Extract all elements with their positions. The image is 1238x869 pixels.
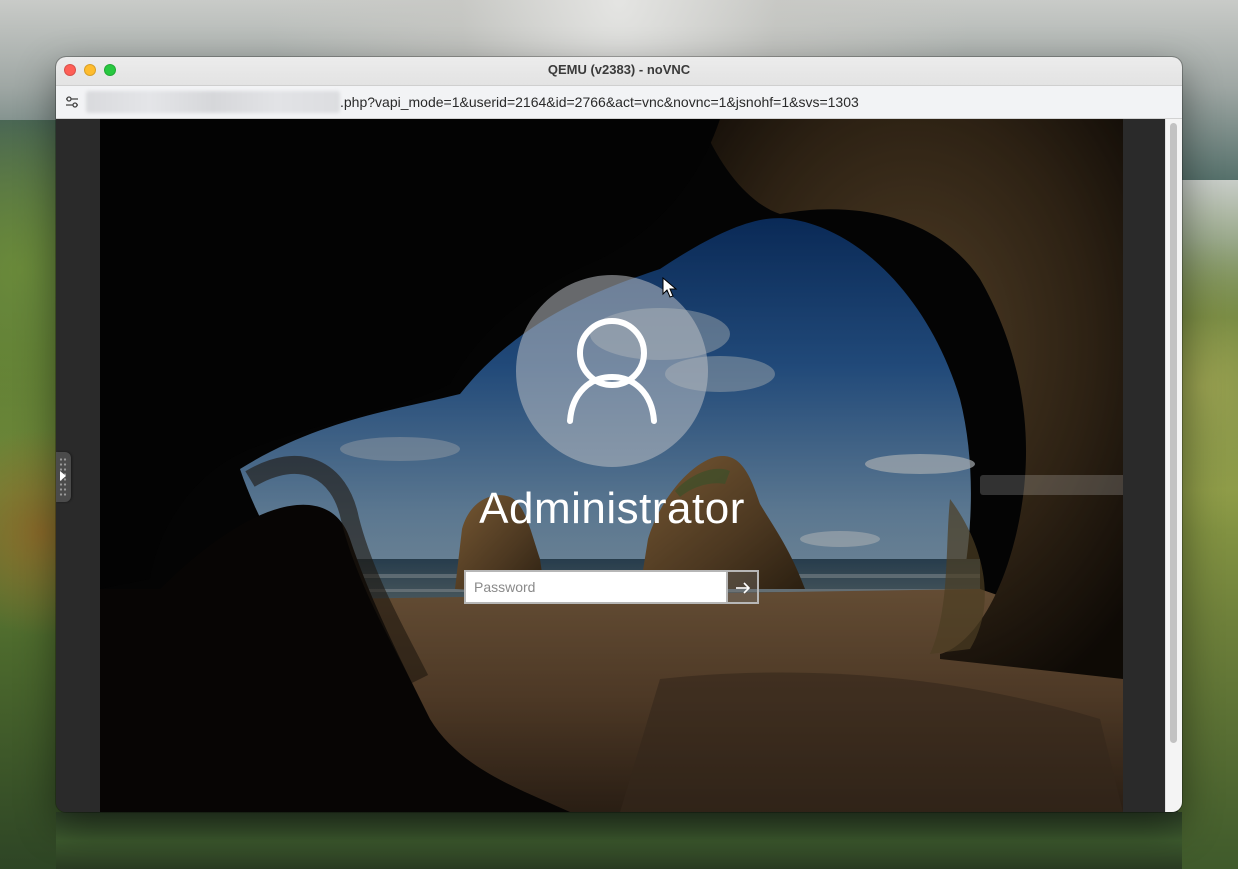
vnc-viewport: Administrator [56, 119, 1166, 812]
vertical-scrollbar[interactable] [1165, 119, 1182, 812]
submit-password-button[interactable] [726, 570, 759, 604]
desktop-wallpaper-bottom [56, 812, 1182, 869]
arrow-right-icon [736, 582, 751, 594]
login-username: Administrator [479, 484, 745, 533]
browser-window: QEMU (v2383) - noVNC .php?vapi_mode=1&us… [56, 57, 1182, 812]
scrollbar-thumb[interactable] [1170, 123, 1177, 743]
window-title: QEMU (v2383) - noVNC [547, 62, 691, 77]
url-text[interactable]: .php?vapi_mode=1&userid=2164&id=2766&act… [340, 86, 859, 118]
url-redacted-segment [86, 91, 340, 113]
play-arrow-icon [60, 471, 66, 481]
user-avatar-icon [516, 275, 708, 467]
sliders-icon[interactable] [64, 94, 80, 110]
password-form [464, 570, 759, 604]
vnc-remote-screen[interactable]: Administrator [100, 119, 1123, 812]
desktop-wallpaper-right [1178, 180, 1238, 869]
password-input[interactable] [464, 570, 726, 604]
address-bar[interactable]: .php?vapi_mode=1&userid=2164&id=2766&act… [56, 86, 1182, 119]
mouse-cursor-icon [662, 277, 678, 298]
watermark-logo [980, 475, 1123, 495]
window-titlebar[interactable]: QEMU (v2383) - noVNC [56, 57, 1182, 86]
novnc-control-bar-handle[interactable] [56, 452, 71, 502]
